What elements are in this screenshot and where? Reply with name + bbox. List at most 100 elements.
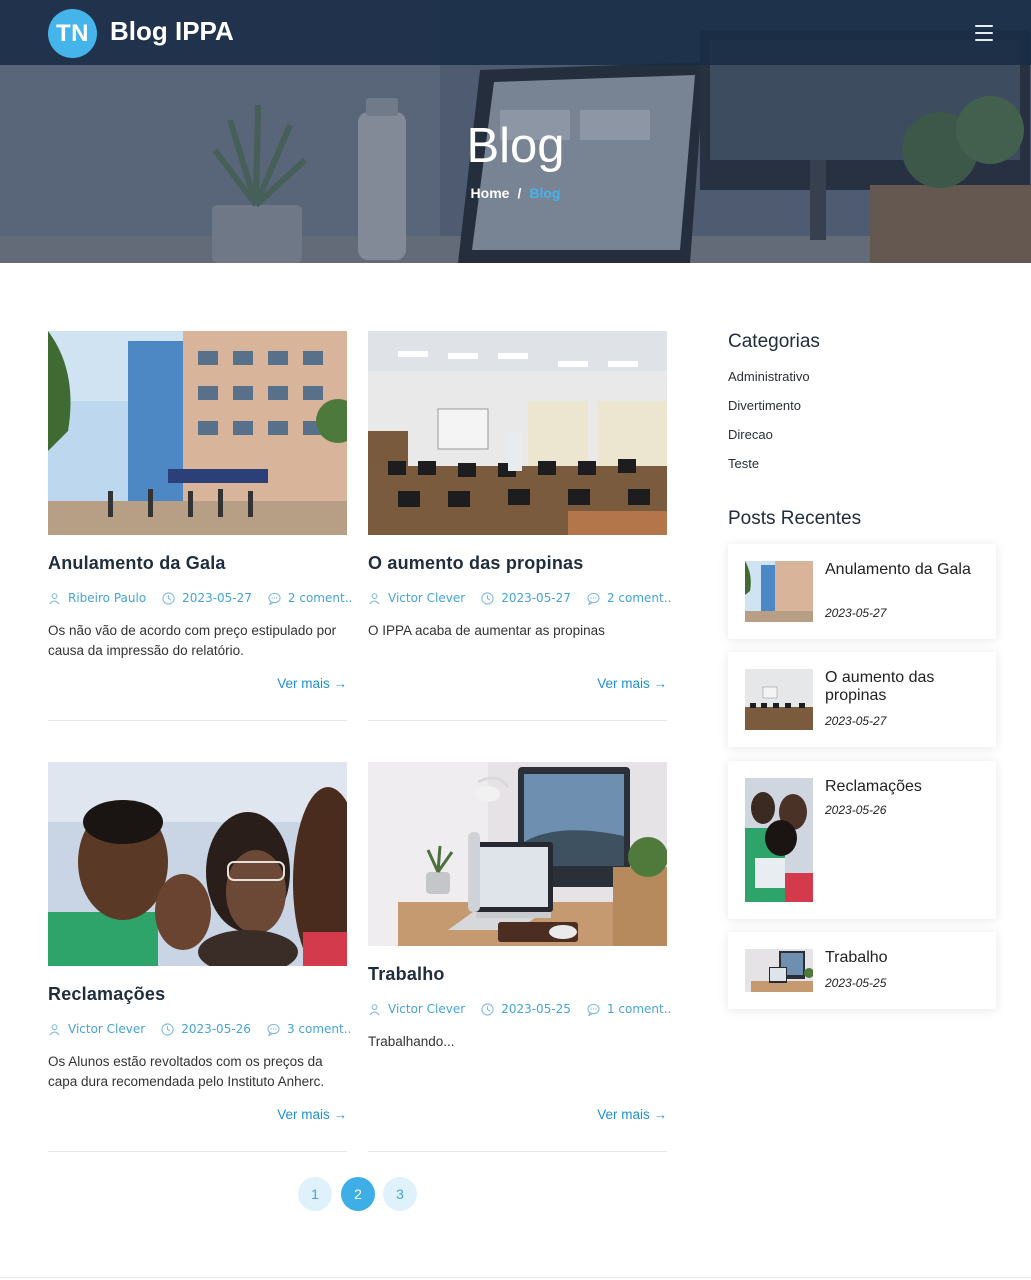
read-more-link[interactable]: Ver mais → — [597, 1107, 667, 1122]
category-link[interactable]: Teste — [728, 456, 759, 471]
post-meta: Ribeiro Paulo 2023-05-27 2 coment.. — [48, 591, 352, 605]
post-title[interactable]: Trabalho — [368, 964, 667, 985]
comment-icon — [268, 592, 281, 605]
clock-icon — [481, 591, 494, 605]
post-card: Anulamento da Gala Ribeiro Paulo 2023-05… — [48, 331, 352, 721]
post-excerpt: Trabalhando... — [368, 1034, 455, 1049]
post-date[interactable]: 2023-05-27 — [481, 591, 571, 605]
post-author[interactable]: Victor Clever — [368, 591, 465, 605]
clock-icon — [161, 1022, 174, 1036]
logo-badge[interactable]: TN — [48, 9, 97, 58]
clock-icon — [162, 591, 175, 605]
post-date-text: 2023-05-27 — [501, 591, 571, 605]
post-comments[interactable]: 1 coment.. — [587, 1002, 671, 1016]
post-thumbnail[interactable] — [48, 762, 347, 966]
recent-post-date: 2023-05-25 — [825, 976, 887, 990]
post-thumbnail[interactable] — [48, 331, 347, 535]
post-thumbnail[interactable] — [368, 762, 667, 946]
comment-icon — [267, 1023, 280, 1036]
pagination-page-1[interactable]: 1 — [298, 1177, 332, 1211]
post-comments-count: 2 coment.. — [287, 591, 353, 605]
recent-post-date: 2023-05-27 — [825, 606, 887, 620]
post-excerpt: Os não vão de acordo com preço estipulad… — [48, 623, 337, 658]
post-date-text: 2023-05-27 — [182, 591, 252, 605]
hamburger-menu-icon[interactable] — [975, 25, 993, 41]
post-author-name: Victor Clever — [388, 1002, 466, 1016]
recent-post-title[interactable]: O aumento das propinas — [825, 669, 985, 705]
post-divider — [368, 720, 667, 721]
recent-post-card[interactable]: Trabalho 2023-05-25 — [728, 932, 996, 1009]
pagination-page-3[interactable]: 3 — [383, 1177, 417, 1211]
post-author[interactable]: Victor Clever — [48, 1022, 145, 1036]
recent-post-thumbnail — [745, 561, 813, 622]
recent-post-thumbnail — [745, 949, 813, 992]
post-author[interactable]: Victor Clever — [368, 1002, 465, 1016]
recent-posts-heading: Posts Recentes — [728, 508, 862, 529]
user-icon — [49, 592, 60, 604]
post-excerpt: O IPPA acaba de aumentar as propinas — [368, 623, 605, 638]
post-card: O aumento das propinas Victor Clever 202… — [368, 331, 671, 721]
post-card: Reclamações Victor Clever 2023-05-26 3 c… — [48, 762, 351, 1152]
post-date-text: 2023-05-25 — [501, 1002, 571, 1016]
recent-post-date: 2023-05-27 — [825, 714, 887, 728]
comment-icon — [587, 1003, 600, 1016]
post-author-name: Ribeiro Paulo — [68, 591, 147, 605]
user-icon — [369, 1003, 380, 1015]
post-author-name: Victor Clever — [388, 591, 466, 605]
category-link[interactable]: Divertimento — [728, 398, 801, 413]
recent-post-title[interactable]: Trabalho — [825, 949, 985, 967]
read-more-link[interactable]: Ver mais → — [277, 676, 347, 691]
post-meta: Victor Clever 2023-05-26 3 coment.. — [48, 1022, 351, 1036]
post-author[interactable]: Ribeiro Paulo — [48, 591, 146, 605]
navbar: TN Blog IPPA — [0, 0, 1031, 65]
post-meta: Victor Clever 2023-05-27 2 coment.. — [368, 591, 671, 605]
post-thumbnail[interactable] — [368, 331, 667, 535]
recent-post-title[interactable]: Anulamento da Gala — [825, 561, 985, 579]
post-comments[interactable]: 3 coment.. — [267, 1022, 351, 1036]
read-more-link[interactable]: Ver mais → — [277, 1107, 347, 1122]
comment-icon — [587, 592, 600, 605]
post-title[interactable]: O aumento das propinas — [368, 553, 667, 574]
clock-icon — [481, 1002, 494, 1016]
read-more-link[interactable]: Ver mais → — [597, 676, 667, 691]
footer-divider — [0, 1277, 1031, 1278]
recent-post-title[interactable]: Reclamações — [825, 778, 985, 796]
post-date[interactable]: 2023-05-27 — [162, 591, 252, 605]
post-date-text: 2023-05-26 — [181, 1022, 251, 1036]
post-excerpt: Os Alunos estão revoltados com os preços… — [48, 1054, 325, 1089]
post-date[interactable]: 2023-05-25 — [481, 1002, 571, 1016]
recent-post-card[interactable]: Reclamações 2023-05-26 — [728, 761, 996, 919]
hero-banner: TN Blog IPPA Blog Home / Blog — [0, 0, 1031, 263]
recent-post-card[interactable]: Anulamento da Gala 2023-05-27 — [728, 544, 996, 639]
post-comments[interactable]: 2 coment.. — [587, 591, 671, 605]
post-divider — [48, 720, 347, 721]
recent-post-card[interactable]: O aumento das propinas 2023-05-27 — [728, 652, 996, 747]
post-divider — [48, 1151, 347, 1152]
recent-post-thumbnail — [745, 669, 813, 730]
post-title[interactable]: Anulamento da Gala — [48, 553, 347, 574]
recent-post-date: 2023-05-26 — [825, 803, 887, 817]
breadcrumb-home-link[interactable]: Home — [471, 185, 510, 201]
site-brand[interactable]: Blog IPPA — [110, 16, 234, 47]
post-comments[interactable]: 2 coment.. — [268, 591, 352, 605]
post-meta: Victor Clever 2023-05-25 1 coment.. — [368, 1002, 671, 1016]
recent-post-thumbnail — [745, 778, 813, 902]
post-date[interactable]: 2023-05-26 — [161, 1022, 251, 1036]
breadcrumb: Home / Blog — [0, 185, 1031, 201]
post-author-name: Victor Clever — [68, 1022, 146, 1036]
post-comments-count: 2 coment.. — [606, 591, 672, 605]
post-comments-count: 3 coment.. — [286, 1022, 352, 1036]
post-title[interactable]: Reclamações — [48, 984, 347, 1005]
category-link[interactable]: Direcao — [728, 427, 773, 442]
post-card: Trabalho Victor Clever 2023-05-25 1 come… — [368, 762, 671, 1152]
categories-heading: Categorias — [728, 331, 820, 352]
pagination-page-2[interactable]: 2 — [341, 1177, 375, 1211]
category-link[interactable]: Administrativo — [728, 369, 810, 384]
user-icon — [369, 592, 380, 604]
breadcrumb-separator: / — [517, 185, 522, 201]
post-divider — [368, 1151, 667, 1152]
page-title: Blog — [466, 119, 565, 173]
post-comments-count: 1 coment.. — [606, 1002, 672, 1016]
user-icon — [49, 1023, 60, 1035]
breadcrumb-current: Blog — [529, 185, 561, 201]
